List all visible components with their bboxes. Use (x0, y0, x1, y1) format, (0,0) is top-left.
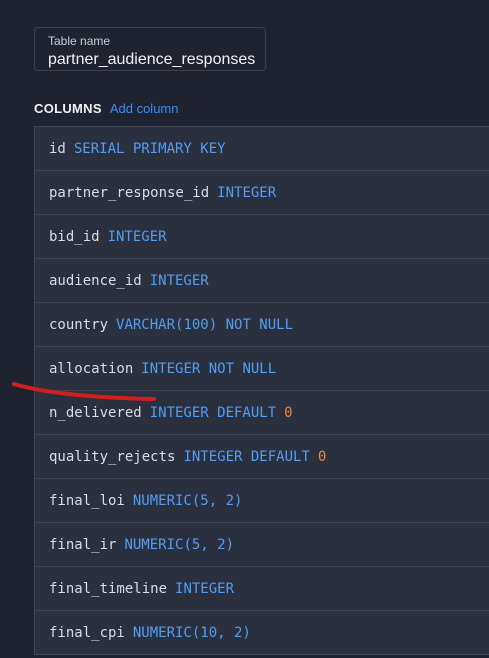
column-row-partner-response-id[interactable]: partner_response_id INTEGER (35, 171, 489, 215)
column-name: audience_id (49, 272, 142, 289)
column-type: INTEGER NOT NULL (141, 360, 277, 377)
column-type: INTEGER (107, 228, 167, 245)
column-row-final-cpi[interactable]: final_cpi NUMERIC(10, 2) (35, 611, 489, 655)
column-type: NUMERIC(10, 2) (132, 624, 251, 641)
column-row-id[interactable]: id SERIAL PRIMARY KEY (35, 127, 489, 171)
column-row-bid-id[interactable]: bid_id INTEGER (35, 215, 489, 259)
column-name: final_loi (49, 492, 125, 509)
add-column-link[interactable]: Add column (110, 101, 179, 116)
column-name: bid_id (49, 228, 100, 245)
column-type: VARCHAR(100) NOT NULL (116, 316, 294, 333)
column-type: INTEGER DEFAULT (149, 404, 277, 421)
column-name: country (49, 316, 109, 333)
column-name: partner_response_id (49, 184, 210, 201)
column-row-audience-id[interactable]: audience_id INTEGER (35, 259, 489, 303)
column-type: SERIAL PRIMARY KEY (73, 140, 226, 157)
column-type: INTEGER (217, 184, 277, 201)
column-name: final_timeline (49, 580, 168, 597)
column-name: final_ir (49, 536, 117, 553)
column-row-quality-rejects[interactable]: quality_rejects INTEGER DEFAULT 0 (35, 435, 489, 479)
column-name: n_delivered (49, 404, 142, 421)
table-name-field[interactable]: Table name partner_audience_responses (34, 27, 266, 71)
column-row-final-loi[interactable]: final_loi NUMERIC(5, 2) (35, 479, 489, 523)
column-name: final_cpi (49, 624, 125, 641)
column-row-allocation[interactable]: allocation INTEGER NOT NULL (35, 347, 489, 391)
column-default-value: 0 (317, 448, 327, 465)
column-row-final-timeline[interactable]: final_timeline INTEGER (35, 567, 489, 611)
table-name-input[interactable]: partner_audience_responses (48, 50, 265, 70)
column-row-country[interactable]: country VARCHAR(100) NOT NULL (35, 303, 489, 347)
column-type: INTEGER (149, 272, 209, 289)
columns-title: COLUMNS (34, 100, 102, 116)
column-row-n-delivered[interactable]: n_delivered INTEGER DEFAULT 0 (35, 391, 489, 435)
columns-list: id SERIAL PRIMARY KEY partner_response_id I… (34, 126, 489, 655)
column-name: allocation (49, 360, 134, 377)
column-default-value: 0 (284, 404, 293, 421)
table-name-label: Table name (48, 34, 111, 48)
column-type: INTEGER (175, 580, 235, 597)
column-type: INTEGER DEFAULT (183, 448, 310, 465)
column-type: NUMERIC(5, 2) (132, 492, 243, 509)
columns-header: COLUMNS Add column (34, 99, 178, 117)
column-name: id (49, 140, 66, 157)
column-type: NUMERIC(5, 2) (124, 536, 235, 553)
column-row-final-ir[interactable]: final_ir NUMERIC(5, 2) (35, 523, 489, 567)
column-name: quality_rejects (49, 448, 176, 465)
